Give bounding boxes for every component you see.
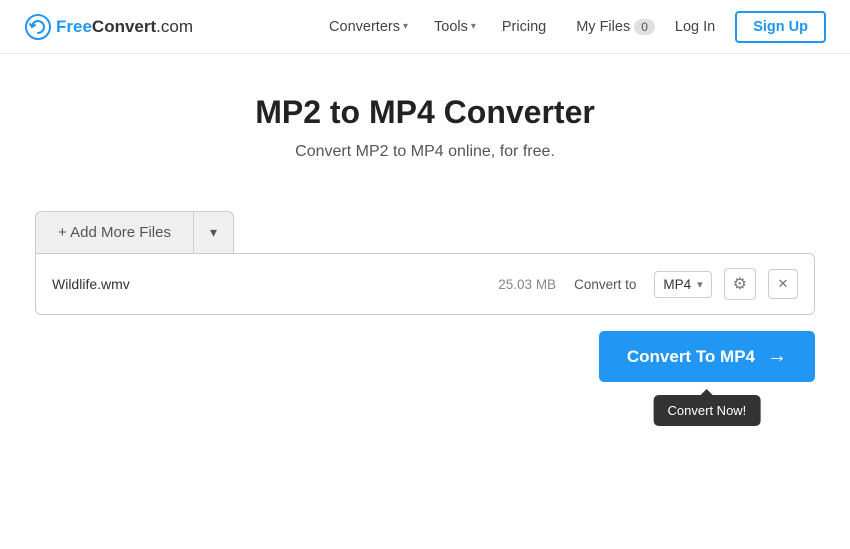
page-title: MP2 to MP4 Converter (35, 94, 815, 131)
convert-button[interactable]: Convert To MP4 → (599, 331, 815, 382)
convert-btn-wrapper: Convert To MP4 → Convert Now! (599, 331, 815, 382)
chevron-down-icon: ▾ (697, 278, 703, 291)
file-list: Wildlife.wmv 25.03 MB Convert to MP4 ▾ ⚙… (35, 253, 815, 315)
format-select[interactable]: MP4 ▾ (654, 271, 711, 298)
logo[interactable]: FreeConvert.com (24, 13, 193, 41)
chevron-down-icon: ▾ (403, 21, 408, 32)
upload-dropdown-button[interactable]: ▾ (193, 211, 234, 253)
chevron-down-icon: ▾ (471, 21, 476, 32)
gear-icon: ⚙ (733, 276, 747, 293)
upload-section: + Add More Files ▾ Wildlife.wmv 25.03 MB… (35, 211, 815, 382)
file-size: 25.03 MB (498, 277, 556, 292)
convert-to-label: Convert to (574, 277, 636, 292)
page-subtitle: Convert MP2 to MP4 online, for free. (35, 143, 815, 161)
nav-converters[interactable]: Converters ▾ (319, 13, 418, 41)
tooltip: Convert Now! (654, 395, 761, 426)
logo-convert: Convert (92, 17, 156, 36)
logo-free: Free (56, 17, 92, 36)
add-files-button[interactable]: + Add More Files (35, 211, 193, 253)
logo-domain: .com (156, 17, 193, 36)
settings-button[interactable]: ⚙ (724, 268, 756, 300)
convert-area: Convert To MP4 → Convert Now! (35, 331, 815, 382)
my-files-link[interactable]: My Files 0 (576, 19, 655, 35)
nav-tools[interactable]: Tools ▾ (424, 13, 486, 41)
login-link[interactable]: Log In (665, 13, 725, 41)
table-row: Wildlife.wmv 25.03 MB Convert to MP4 ▾ ⚙… (36, 254, 814, 314)
signup-button[interactable]: Sign Up (735, 11, 826, 43)
close-icon: ✕ (778, 276, 789, 292)
file-name: Wildlife.wmv (52, 276, 486, 292)
arrow-icon: → (767, 345, 787, 368)
chevron-down-icon: ▾ (210, 224, 217, 241)
remove-file-button[interactable]: ✕ (768, 269, 798, 299)
files-badge: 0 (634, 19, 655, 35)
nav-pricing[interactable]: Pricing (492, 13, 556, 41)
upload-toolbar: + Add More Files ▾ (35, 211, 815, 253)
main-nav: Converters ▾ Tools ▾ Pricing (319, 13, 556, 41)
